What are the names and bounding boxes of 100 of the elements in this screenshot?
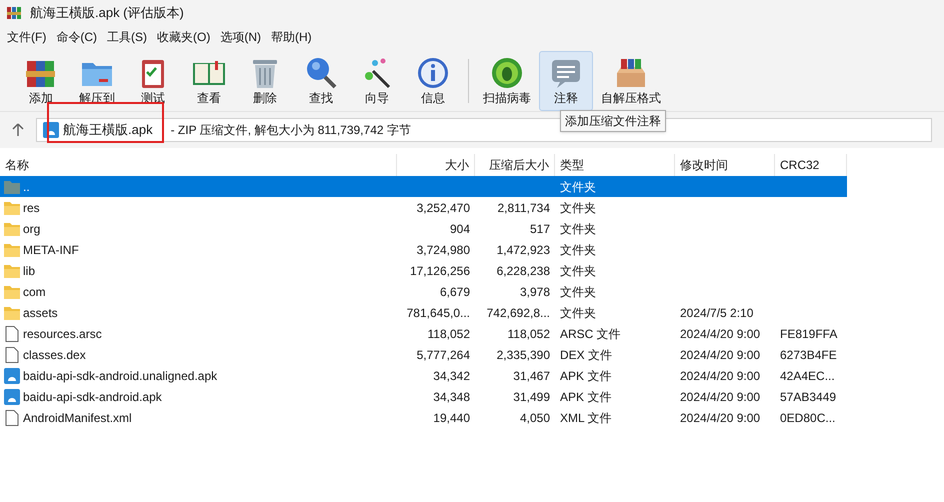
table-cell-text: 2024/4/20 9:00 (680, 388, 760, 406)
table-cell-text: XML 文件 (560, 410, 612, 426)
table-cell-text: 31,499 (513, 388, 550, 406)
table-cell-text: 0ED80C... (780, 410, 836, 426)
file-name: lib (23, 262, 36, 280)
file-name: .. (23, 178, 30, 196)
table-cell-text: 17,126,256 (410, 262, 470, 280)
table-cell-text: 1,472,923 (496, 242, 550, 258)
table-cell-text: 文件夹 (560, 304, 596, 322)
toolbar-button[interactable]: 自解压格式 (595, 51, 667, 111)
app-icon (6, 5, 22, 21)
file-name: res (23, 200, 40, 216)
file-row[interactable]: classes.dex 5,777,264 2,335,390 DEX 文件 2024/4/20 9:00 6273B4FE (0, 344, 847, 365)
document-icon (4, 326, 20, 342)
toolbar-button[interactable]: 查看 (182, 51, 236, 111)
table-cell-text: 3,252,470 (416, 200, 470, 216)
toolbar-button[interactable]: 扫描病毒 (477, 51, 537, 111)
table-cell-text: 3,978 (520, 284, 550, 300)
archive-name: 航海王橫版.apk (63, 121, 153, 140)
table-cell-text: 517 (530, 220, 550, 238)
android-package-icon (4, 368, 20, 384)
table-cell-text: 文件夹 (560, 284, 596, 300)
file-row[interactable]: org 904 517 文件夹 (0, 218, 847, 239)
file-row[interactable]: lib 17,126,256 6,228,238 文件夹 (0, 260, 847, 281)
menu-item[interactable]: 收藏夹(O) (152, 28, 216, 46)
file-row[interactable]: res 3,252,470 2,811,734 文件夹 (0, 197, 847, 218)
folder-icon (4, 220, 20, 236)
table-cell-text: 57AB3449 (780, 388, 836, 406)
table-cell-text: 4,050 (520, 410, 550, 426)
table-cell-text: 904 (450, 220, 470, 238)
menu-item[interactable]: 工具(S) (102, 28, 152, 46)
file-row[interactable]: META-INF 3,724,980 1,472,923 文件夹 (0, 239, 847, 260)
table-cell-text: 2024/4/20 9:00 (680, 368, 760, 384)
folder-icon (4, 200, 20, 216)
table-cell-text: DEX 文件 (560, 346, 612, 364)
table-cell-text: 2,811,734 (498, 200, 550, 216)
table-cell-text: 31,467 (513, 368, 550, 384)
table-cell-text: ARSC 文件 (560, 326, 621, 342)
document-icon (4, 346, 20, 362)
table-cell-text: 2024/4/20 9:00 (680, 346, 760, 364)
table-cell-text: FE819FFA (780, 326, 838, 342)
table-cell-text: APK 文件 (560, 388, 612, 406)
table-cell-text: 781,645,0... (406, 304, 470, 322)
table-cell-text: 文件夹 (560, 200, 596, 216)
table-cell-text: 118,052 (508, 326, 550, 342)
folder-icon (4, 262, 20, 278)
file-name: classes.dex (23, 346, 86, 364)
file-name: com (23, 284, 46, 300)
table-cell-text: 文件夹 (560, 262, 596, 280)
file-name: AndroidManifest.xml (23, 410, 132, 426)
table-cell-text: 6273B4FE (780, 346, 837, 364)
table-cell-text: 34,348 (433, 388, 470, 406)
table-cell-text: 6,679 (440, 284, 470, 300)
table-cell-text: 742,692,8... (486, 304, 550, 322)
parent-folder-icon (4, 178, 20, 194)
file-row[interactable]: assets 781,645,0... 742,692,8... 文件夹 2024/7/5 2:10 (0, 302, 847, 323)
window-title: 航海王橫版.apk (评估版本) (30, 4, 184, 22)
up-arrow-icon[interactable] (12, 123, 24, 137)
file-row[interactable]: baidu-api-sdk-android.apk 34,348 31,499 APK 文件 2024/4/20 9:00 57AB3449 (0, 386, 847, 407)
table-cell-text: 42A4EC... (780, 368, 835, 384)
file-name: META-INF (23, 242, 79, 258)
file-name: resources.arsc (23, 326, 102, 342)
file-row[interactable]: AndroidManifest.xml 19,440 4,050 XML 文件 2024/4/20 9:00 0ED80C... (0, 407, 847, 428)
toolbar-button[interactable]: 删除 (238, 51, 292, 111)
toolbar-button[interactable]: 添加 (14, 51, 68, 111)
table-cell-text: 文件夹 (560, 178, 596, 196)
toolbar-button[interactable]: 注释 (539, 51, 593, 111)
file-row[interactable]: com 6,679 3,978 文件夹 (0, 281, 847, 302)
toolbar-button[interactable]: 信息 (406, 51, 460, 111)
table-cell-text: 2,335,390 (496, 346, 550, 364)
folder-icon (4, 284, 20, 300)
menu-item[interactable]: 帮助(H) (266, 28, 317, 46)
folder-icon (4, 304, 20, 320)
document-icon (4, 410, 20, 426)
table-cell-text: 2024/7/5 2:10 (680, 304, 754, 322)
table-cell-text: 19,440 (433, 410, 470, 426)
file-row[interactable]: .. 文件夹 (0, 176, 847, 197)
file-row[interactable]: baidu-api-sdk-android.unaligned.apk 34,342 31,467 APK 文件 2024/4/20 9:00 42A4EC... (0, 365, 847, 386)
table-cell-text: 5,777,264 (416, 346, 470, 364)
android-package-icon (4, 388, 20, 404)
file-row[interactable]: resources.arsc 118,052 118,052 ARSC 文件 2024/4/20 9:00 FE819FFA (0, 323, 847, 344)
folder-icon (4, 242, 20, 258)
file-name: baidu-api-sdk-android.unaligned.apk (23, 368, 218, 384)
archive-description: - ZIP 压缩文件, 解包大小为 811,739,742 字节 (170, 122, 411, 139)
menu-item[interactable]: 命令(C) (51, 28, 102, 46)
file-name: baidu-api-sdk-android.apk (23, 388, 162, 406)
table-cell-text: 2024/4/20 9:00 (680, 326, 760, 342)
table-cell-text: 34,342 (433, 368, 470, 384)
toolbar-button[interactable]: 向导 (350, 51, 404, 111)
info-icon (415, 55, 451, 91)
menu-item[interactable]: 选项(N) (215, 28, 266, 46)
table-cell-text: 6,228,238 (496, 262, 550, 280)
table-cell-text: 3,724,980 (416, 242, 470, 258)
table-cell-text: 118,052 (428, 326, 470, 342)
table-cell-text: APK 文件 (560, 368, 612, 384)
tooltip: 添加压缩文件注释 (560, 110, 666, 132)
toolbar-button[interactable]: 查找 (294, 51, 348, 111)
table-cell-text: 文件夹 (560, 242, 596, 258)
menu-item[interactable]: 文件(F) (2, 28, 52, 46)
file-name: org (23, 220, 40, 238)
